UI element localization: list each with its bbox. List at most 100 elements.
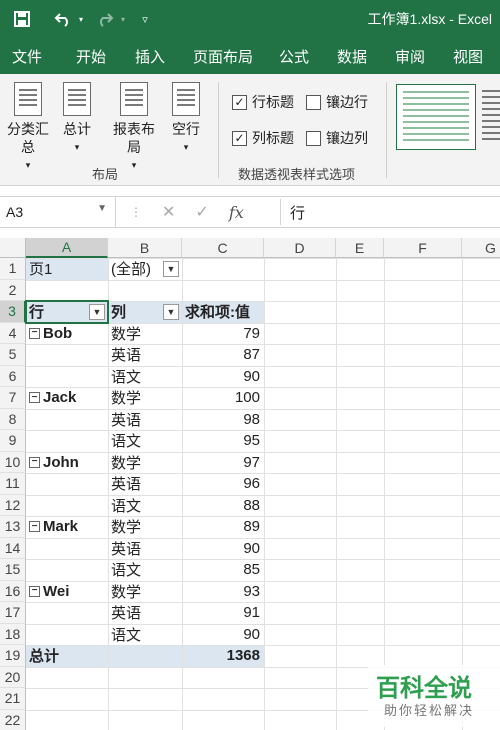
subject-cell[interactable]: 数学 [111,323,182,344]
undo-dropdown-icon[interactable]: ▾ [76,7,86,31]
row-group-label[interactable]: − Wei [29,581,108,602]
collapse-icon[interactable]: − [29,392,40,403]
row-header-11[interactable]: 11 [0,473,26,495]
tab-view[interactable]: 视图 [444,38,492,74]
row-header-2[interactable]: 2 [0,279,26,301]
tab-insert[interactable]: 插入 [124,38,176,74]
name-box[interactable]: A3 ▼ [0,197,116,227]
tab-data[interactable]: 数据 [328,38,376,74]
collapse-icon[interactable]: − [29,456,40,468]
grand-total-value[interactable]: 1368 [185,645,264,666]
row-header-4[interactable]: 4 [0,322,26,344]
enter-icon[interactable]: ✓ [195,202,208,222]
row-header-17[interactable]: 17 [0,602,26,624]
grand-total-label[interactable]: 总计 [29,645,108,666]
value-cell[interactable]: 96 [185,473,264,494]
subject-cell[interactable]: 数学 [111,516,182,537]
cancel-icon[interactable]: ✕ [162,202,175,222]
column-header-e[interactable]: E [336,238,384,258]
row-header-15[interactable]: 15 [0,559,26,581]
grand-totals-button[interactable]: 总计 ▾ [56,82,98,156]
report-layout-button[interactable]: 报表布局 ▾ [110,82,158,174]
row-header-14[interactable]: 14 [0,537,26,559]
row-header-1[interactable]: 1 [0,258,26,280]
row-headers-checkbox[interactable]: ✓ 行标题 [232,92,294,112]
value-cell[interactable]: 89 [185,516,264,537]
value-cell[interactable]: 98 [185,409,264,430]
banded-rows-checkbox[interactable]: 镶边行 [306,92,368,112]
row-header-16[interactable]: 16 [0,580,26,602]
row-header-19[interactable]: 19 [0,645,26,667]
col-headers-checkbox[interactable]: ✓ 列标题 [232,128,294,148]
value-cell[interactable]: 85 [185,559,264,580]
row-header-5[interactable]: 5 [0,344,26,366]
value-cell[interactable]: 79 [185,323,264,344]
row-group-label[interactable]: − Mark [29,516,108,537]
page-filter-dropdown-icon[interactable]: ▼ [163,261,179,277]
value-cell[interactable]: 90 [185,538,264,559]
row-header-8[interactable]: 8 [0,408,26,430]
row-header-13[interactable]: 13 [0,516,26,538]
subject-cell[interactable]: 英语 [111,344,182,365]
value-cell[interactable]: 87 [185,344,264,365]
tab-formulas[interactable]: 公式 [270,38,318,74]
collapse-icon[interactable]: − [29,521,40,532]
subject-cell[interactable]: 语文 [111,495,182,516]
collapse-icon[interactable]: − [29,585,40,597]
subject-cell[interactable]: 英语 [111,538,182,559]
column-header-c[interactable]: C [182,238,264,258]
value-cell[interactable]: 91 [185,602,264,623]
row-header-3[interactable]: 3 [0,301,26,323]
subtotal-button[interactable]: 分类汇总 ▾ [6,82,50,174]
tab-home[interactable]: 开始 [66,38,116,74]
row-group-label[interactable]: − Bob [29,323,108,344]
spreadsheet-grid[interactable]: A B C D E F G 1 2 3 4 5 6 7 8 9 10 11 12 13 14 15 16 17 18 19 20 21… [0,238,500,730]
customize-qat-icon[interactable]: ▿ [136,7,154,31]
chevron-down-icon[interactable]: ▼ [97,203,107,214]
subject-cell[interactable]: 英语 [111,409,182,430]
pivot-style-gallery-item-selected[interactable] [396,84,476,150]
values-header[interactable]: 求和项:值 [185,301,264,322]
row-header-21[interactable]: 21 [0,688,26,710]
banded-cols-checkbox[interactable]: 镶边列 [306,128,368,148]
row-header-22[interactable]: 22 [0,709,26,730]
row-header-9[interactable]: 9 [0,430,26,452]
subject-cell[interactable]: 语文 [111,430,182,451]
value-cell[interactable]: 90 [185,624,264,645]
page-field-label[interactable]: 页1 [29,258,108,279]
subject-cell[interactable]: 语文 [111,559,182,580]
column-header-g[interactable]: G [462,238,500,258]
row-header-7[interactable]: 7 [0,387,26,409]
col-filter-dropdown-icon[interactable]: ▼ [163,304,179,320]
blank-rows-button[interactable]: 空行 ▾ [166,82,206,156]
column-header-d[interactable]: D [264,238,336,258]
collapse-icon[interactable]: − [29,327,40,339]
row-header-18[interactable]: 18 [0,623,26,645]
undo-icon[interactable] [50,7,76,31]
value-cell[interactable]: 88 [185,495,264,516]
row-group-label[interactable]: − Jack [29,387,108,408]
value-cell[interactable]: 97 [185,452,264,473]
tab-review[interactable]: 审阅 [386,38,434,74]
subject-cell[interactable]: 语文 [111,366,182,387]
tab-page-layout[interactable]: 页面布局 [186,38,260,74]
row-header-20[interactable]: 20 [0,666,26,688]
formula-input[interactable]: 行 [290,197,305,227]
subject-cell[interactable]: 英语 [111,473,182,494]
row-header-6[interactable]: 6 [0,365,26,387]
insert-function-icon[interactable]: fx [229,203,244,222]
row-header-12[interactable]: 12 [0,494,26,516]
value-cell[interactable]: 95 [185,430,264,451]
select-all-corner[interactable] [0,238,26,258]
tab-file[interactable]: 文件 [0,38,54,74]
row-header-10[interactable]: 10 [0,451,26,473]
subject-cell[interactable]: 数学 [111,581,182,602]
column-header-a[interactable]: A [26,238,108,258]
value-cell[interactable]: 90 [185,366,264,387]
value-cell[interactable]: 100 [185,387,264,408]
column-header-b[interactable]: B [108,238,182,258]
pivot-style-gallery-item[interactable] [478,84,500,150]
value-cell[interactable]: 93 [185,581,264,602]
subject-cell[interactable]: 数学 [111,452,182,473]
subject-cell[interactable]: 英语 [111,602,182,623]
